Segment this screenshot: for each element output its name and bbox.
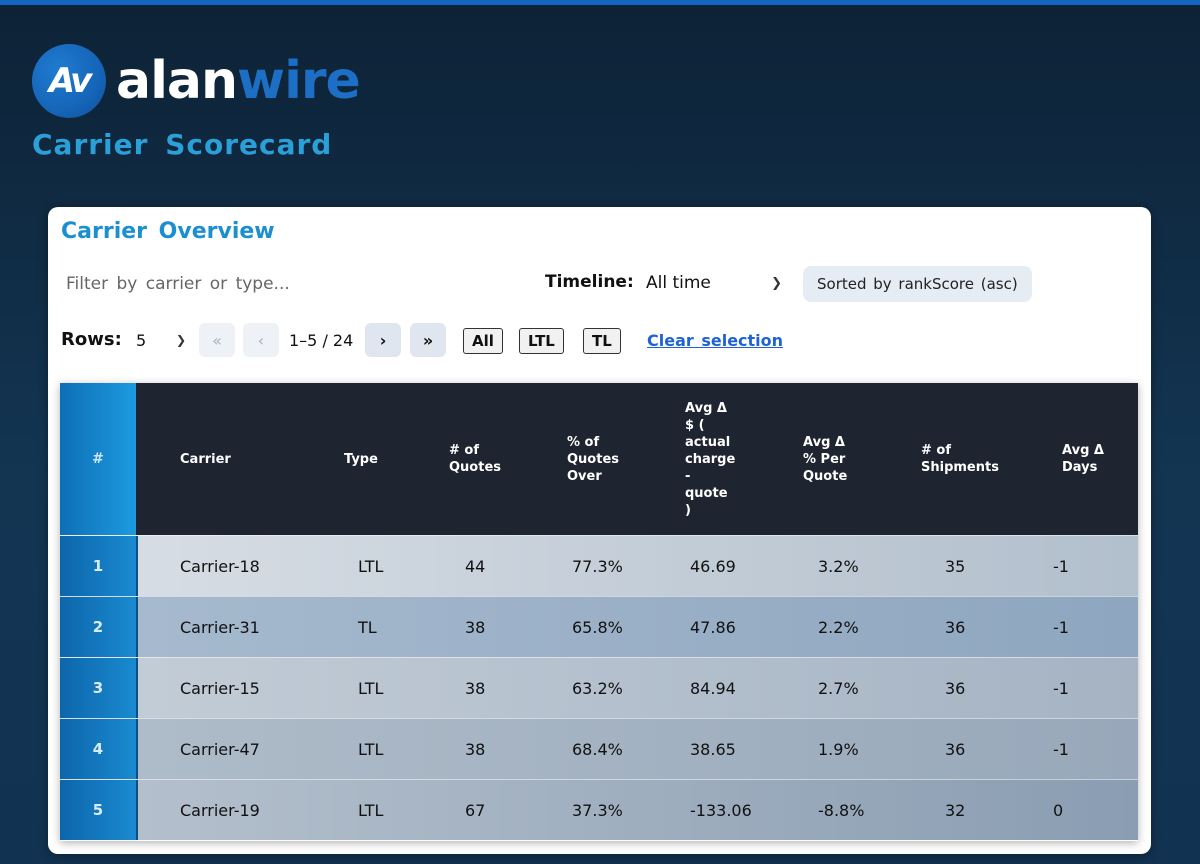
row-avg-delta-pct: 1.9%	[818, 739, 859, 759]
row-avg-delta-pct: 2.7%	[818, 678, 859, 698]
type-filter-tl-button[interactable]: TL	[583, 328, 621, 354]
timeline-select[interactable]: All time ❯	[646, 267, 788, 299]
row-carrier: Carrier-15	[180, 678, 260, 698]
column-header-rank[interactable]: #	[60, 383, 136, 535]
row-rank: 2	[60, 597, 138, 657]
row-avg-delta-usd: 84.94	[690, 678, 736, 698]
row-avg-delta-days: 0	[1053, 800, 1064, 820]
row-avg-delta-usd: -133.06	[690, 800, 752, 820]
logo-mark-icon: Av	[32, 44, 106, 118]
rows-select-value: 5	[136, 330, 147, 350]
row-pct-over: 63.2%	[572, 678, 623, 698]
card-title: Carrier Overview	[61, 219, 275, 244]
carrier-table: # Carrier Type # of Quotes % of Quotes O…	[60, 383, 1138, 841]
table-row[interactable]: 2 Carrier-31 TL 38 65.8% 47.86 2.2% 36 -…	[60, 596, 1138, 657]
row-rank: 4	[60, 719, 138, 779]
chevron-down-icon: ❯	[771, 275, 782, 291]
row-type: TL	[358, 617, 377, 637]
table-row[interactable]: 4 Carrier-47 LTL 38 68.4% 38.65 1.9% 36 …	[60, 718, 1138, 779]
row-shipments: 36	[945, 739, 966, 759]
next-page-button[interactable]: ›	[365, 323, 401, 357]
row-rank: 1	[60, 536, 138, 596]
row-pct-over: 65.8%	[572, 617, 623, 637]
clear-selection-link[interactable]: Clear selection	[647, 331, 783, 350]
column-header-quotes[interactable]: # of Quotes	[449, 383, 539, 535]
row-shipments: 35	[945, 556, 966, 576]
brand-name-part1: alan	[116, 51, 238, 111]
page-title: Carrier Scorecard	[32, 128, 333, 161]
row-carrier: Carrier-47	[180, 739, 260, 759]
row-avg-delta-pct: 2.2%	[818, 617, 859, 637]
row-shipments: 36	[945, 678, 966, 698]
row-shipments: 32	[945, 800, 966, 820]
row-quotes: 67	[465, 800, 486, 820]
row-avg-delta-pct: -8.8%	[818, 800, 865, 820]
row-quotes: 44	[465, 556, 486, 576]
row-avg-delta-usd: 47.86	[690, 617, 736, 637]
row-avg-delta-days: -1	[1053, 678, 1069, 698]
row-type: LTL	[358, 739, 384, 759]
brand-wordmark: alanwire	[116, 55, 361, 107]
table-row[interactable]: 3 Carrier-15 LTL 38 63.2% 84.94 2.7% 36 …	[60, 657, 1138, 718]
row-avg-delta-pct: 3.2%	[818, 556, 859, 576]
row-type: LTL	[358, 800, 384, 820]
row-carrier: Carrier-31	[180, 617, 260, 637]
row-avg-delta-days: -1	[1053, 617, 1069, 637]
table-row[interactable]: 5 Carrier-19 LTL 67 37.3% -133.06 -8.8% …	[60, 779, 1138, 840]
row-avg-delta-days: -1	[1053, 739, 1069, 759]
row-carrier: Carrier-19	[180, 800, 260, 820]
row-rank: 3	[60, 658, 138, 718]
column-header-pct-over[interactable]: % of Quotes Over	[567, 383, 657, 535]
row-avg-delta-usd: 38.65	[690, 739, 736, 759]
brand-logo: Av alanwire	[32, 42, 361, 120]
row-avg-delta-usd: 46.69	[690, 556, 736, 576]
type-filter-all-button[interactable]: All	[463, 328, 503, 354]
timeline-select-value: All time	[646, 273, 711, 293]
row-type: LTL	[358, 678, 384, 698]
rows-per-page-select[interactable]: 5 ❯	[136, 325, 186, 355]
row-avg-delta-days: -1	[1053, 556, 1069, 576]
row-quotes: 38	[465, 617, 486, 637]
column-header-carrier[interactable]: Carrier	[180, 383, 310, 535]
rows-label: Rows:	[61, 329, 122, 350]
column-header-avg-delta-usd[interactable]: Avg Δ $ ( actual charge - quote )	[685, 383, 765, 535]
table-header: # Carrier Type # of Quotes % of Quotes O…	[60, 383, 1138, 535]
row-pct-over: 37.3%	[572, 800, 623, 820]
column-header-avg-delta-days[interactable]: Avg Δ Days	[1062, 383, 1132, 535]
row-rank: 5	[60, 780, 138, 840]
column-header-type[interactable]: Type	[344, 383, 424, 535]
row-pct-over: 68.4%	[572, 739, 623, 759]
type-filter-ltl-button[interactable]: LTL	[519, 328, 564, 354]
sort-badge[interactable]: Sorted by rankScore (asc)	[803, 266, 1032, 302]
table-row[interactable]: 1 Carrier-18 LTL 44 77.3% 46.69 3.2% 35 …	[60, 535, 1138, 596]
carrier-overview-card: Carrier Overview Timeline: All time ❯ So…	[48, 207, 1151, 854]
prev-page-button[interactable]: ‹	[243, 323, 279, 357]
timeline-label: Timeline:	[545, 272, 634, 292]
row-quotes: 38	[465, 739, 486, 759]
column-header-avg-delta-pct[interactable]: Avg Δ % Per Quote	[803, 383, 883, 535]
filter-input[interactable]	[64, 269, 488, 299]
row-type: LTL	[358, 556, 384, 576]
chevron-down-icon: ❯	[175, 333, 186, 347]
row-shipments: 36	[945, 617, 966, 637]
column-header-shipments[interactable]: # of Shipments	[921, 383, 1021, 535]
page-info: 1–5 / 24	[289, 331, 354, 350]
row-quotes: 38	[465, 678, 486, 698]
row-carrier: Carrier-18	[180, 556, 260, 576]
row-pct-over: 77.3%	[572, 556, 623, 576]
first-page-button[interactable]: «	[199, 323, 235, 357]
top-accent-bar	[0, 0, 1200, 5]
brand-name-part2: wire	[237, 51, 361, 111]
logo-letters: Av	[48, 61, 93, 101]
last-page-button[interactable]: »	[410, 323, 446, 357]
